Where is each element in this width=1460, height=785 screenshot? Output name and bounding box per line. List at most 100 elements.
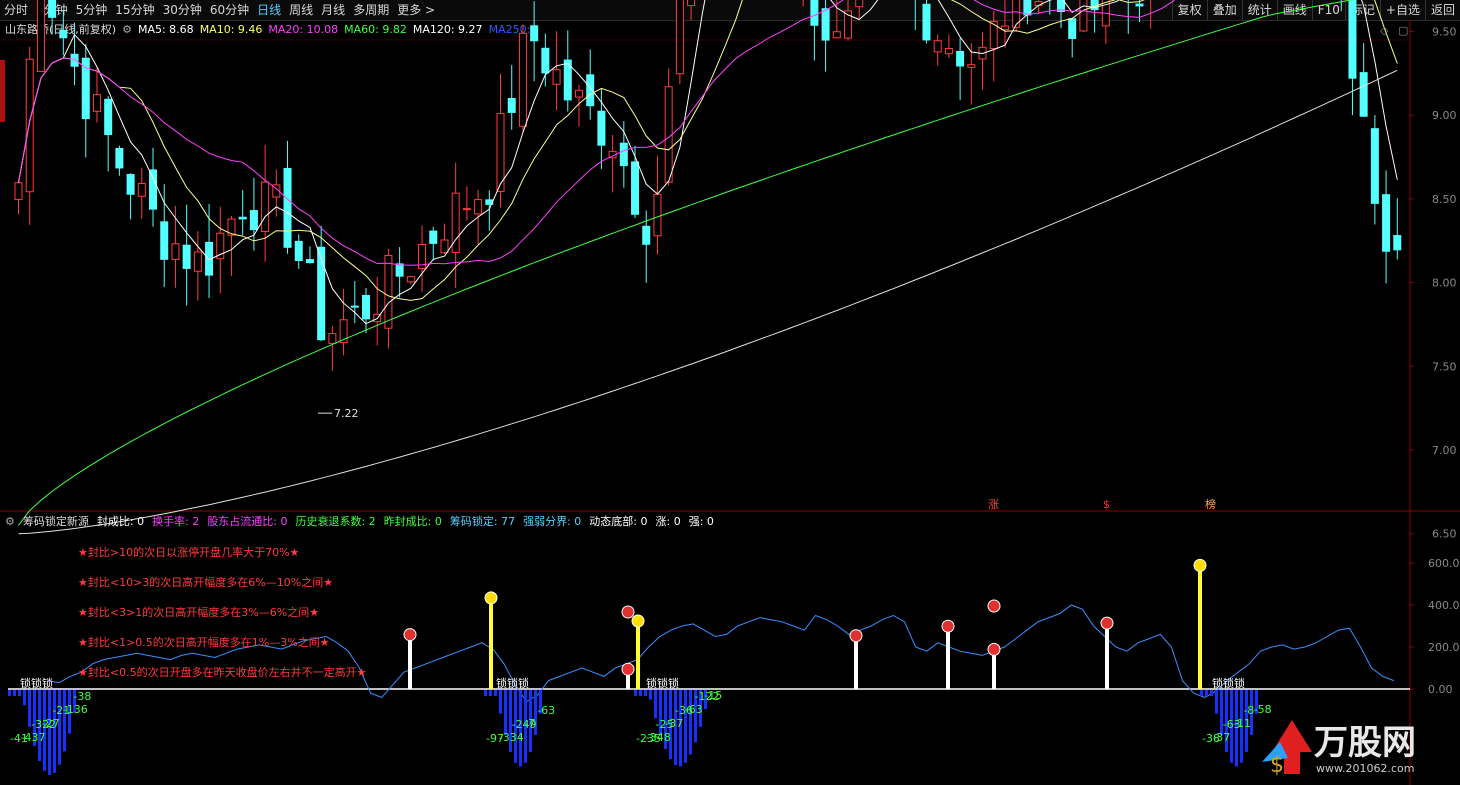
neg-bar (1210, 690, 1213, 696)
candle-body (1090, 0, 1099, 11)
ma5-line (18, 0, 1398, 325)
signal-bar-0 (408, 639, 412, 689)
candle-body (530, 25, 539, 42)
sub-tick-label-2: 200.00 (1428, 641, 1460, 654)
expand-icon: ▢ (1398, 24, 1408, 37)
candle-body (14, 182, 23, 200)
logo-text: 万股网 (1314, 723, 1416, 763)
candle-body (384, 255, 393, 329)
signal-marker-0: 涨 (988, 498, 999, 511)
sub-legend-item-2: 股东占流通比: 0 (207, 515, 288, 528)
candle-body (126, 174, 135, 195)
ma60-line (18, 0, 1354, 526)
lock-label-0: 锁锁锁 (20, 676, 53, 690)
candle-body (1000, 25, 1009, 31)
note-line-2: ★封比<3>1的次日高开幅度多在3%—6%之间★ (78, 606, 320, 619)
candle-body (552, 69, 561, 85)
neg-bar (654, 690, 657, 719)
candle-body (944, 47, 953, 55)
candle-body (1135, 3, 1144, 7)
sub-items: 封成比: 0 换手率: 2 股东占流通比: 0 历史衰退系数: 2 昨封成比: 0 筹码锁… (97, 514, 714, 530)
note-line-0: ★封比>10的次日以涨停开盘几率大于70%★ (78, 546, 300, 559)
candle-body (48, 0, 57, 18)
neg-bar (489, 690, 492, 696)
note-line-3: ★封比<1>0.5的次日高开幅度多在1%—3%之间★ (78, 636, 330, 649)
sub-tick-label-0: 600.00 (1428, 557, 1460, 570)
sub-tick-label-1: 400.00 (1428, 599, 1460, 612)
candle-body (92, 94, 101, 112)
candle-body (821, 8, 830, 41)
candle-body (362, 294, 370, 320)
price-tick-label-7: 8.00 (1432, 277, 1457, 290)
sub-legend-item-6: 强弱分界: 0 (523, 515, 582, 528)
signal-marker-2: 榜 (1205, 497, 1216, 511)
neg-bar (639, 690, 642, 696)
candle-body (305, 259, 314, 264)
neg-bar (1205, 690, 1208, 696)
price-tick-label-5: 9.00 (1432, 109, 1457, 122)
neg-value-label: -136 (63, 703, 88, 716)
candle-body (261, 181, 270, 232)
ma120-line (18, 69, 1398, 535)
neg-value-label: -38 (73, 690, 91, 703)
low-annotation: 7.22 (334, 407, 359, 420)
candle-body (1012, 0, 1021, 28)
neg-bar (649, 690, 652, 700)
neg-bar (689, 690, 692, 755)
candle-body (182, 244, 191, 269)
sub-legend-item-9: 强: 0 (688, 515, 714, 528)
candle-body (1370, 128, 1379, 204)
watermark-logo: $ 万股网 www.201062.com (1262, 712, 1452, 778)
neg-bar (18, 690, 21, 696)
signal-bar-2 (626, 674, 630, 689)
candle-body (1382, 194, 1391, 252)
neg-value-label: -63 (685, 703, 703, 716)
candle-body (474, 199, 483, 215)
candle-body (597, 110, 606, 146)
candle-body (104, 98, 113, 136)
candle-body (810, 0, 819, 26)
signal-bar-6 (992, 654, 996, 689)
neg-value-label: -37 (1212, 731, 1230, 744)
sub-legend-item-0: 封成比: 0 (96, 515, 145, 528)
candle-body (59, 29, 68, 39)
neg-bar (13, 690, 16, 696)
neg-value-label: -63 (537, 704, 555, 717)
sub-tick-label-3: 0.00 (1428, 683, 1453, 696)
neg-value-label: -8 (1243, 704, 1254, 717)
note-line-1: ★封比<10>3的次日高开幅度多在6%—10%之间★ (78, 576, 334, 589)
neg-value-label: -37 (665, 717, 683, 730)
candle-body (642, 225, 651, 245)
candle-body (832, 31, 841, 39)
candle-body (1079, 0, 1088, 32)
candles (14, 0, 1402, 371)
price-tick-label-10: 6.50 (1432, 528, 1457, 541)
neg-bar (484, 690, 487, 696)
candle-body (395, 263, 404, 277)
candle-body (687, 0, 696, 7)
neg-bar (499, 690, 502, 714)
signal-dot-icon-0 (403, 628, 417, 642)
signal-dot-icon-3 (631, 614, 645, 628)
signal-bar-7 (1105, 628, 1109, 689)
neg-value-label: -348 (646, 731, 671, 744)
neg-value-label: -334 (499, 731, 524, 744)
neg-bar (684, 690, 687, 763)
candle-body (350, 305, 359, 308)
neg-value-label: -27 (42, 717, 60, 730)
candle-body (855, 0, 864, 8)
candle-body (137, 183, 146, 197)
candle-body (1359, 72, 1368, 117)
candle-body (294, 240, 303, 261)
candle-body (171, 243, 180, 260)
lock-label-3: 锁锁锁 (1212, 676, 1245, 690)
candle-body (1348, 0, 1357, 79)
logo-url: www.201062.com (1316, 762, 1414, 775)
signal-marker-1: $ (1103, 498, 1110, 511)
candle-body (1393, 235, 1402, 251)
sub-gear-icon[interactable]: ⚙ (5, 514, 15, 530)
signal-bar-3 (636, 626, 640, 689)
neg-value-label: -15 (704, 689, 722, 702)
neg-bar (8, 690, 11, 696)
price-tick-label-9: 7.00 (1432, 444, 1457, 457)
